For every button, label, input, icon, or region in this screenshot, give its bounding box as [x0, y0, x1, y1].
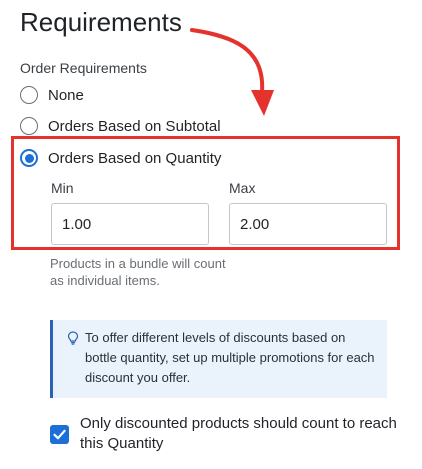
annotation-highlight-box — [11, 136, 400, 250]
discounted-only-checkbox[interactable] — [50, 425, 69, 444]
lightbulb-icon — [67, 331, 79, 345]
checkmark-icon — [53, 429, 66, 440]
radio-label-subtotal: Orders Based on Subtotal — [48, 117, 221, 135]
discounted-only-label: Only discounted products should count to… — [80, 415, 397, 452]
callout-text: To offer different levels of discounts b… — [85, 330, 375, 385]
radio-subtotal[interactable] — [20, 117, 38, 135]
radio-label-none: None — [48, 86, 84, 104]
radio-option-none[interactable]: None — [20, 83, 84, 107]
radio-option-subtotal[interactable]: Orders Based on Subtotal — [20, 114, 221, 138]
info-callout: To offer different levels of discounts b… — [50, 320, 387, 398]
order-requirements-label: Order Requirements — [20, 60, 147, 76]
radio-none[interactable] — [20, 86, 38, 104]
page-title: Requirements — [20, 7, 182, 37]
bundle-helper-text: Products in a bundle will count as indiv… — [50, 256, 226, 288]
